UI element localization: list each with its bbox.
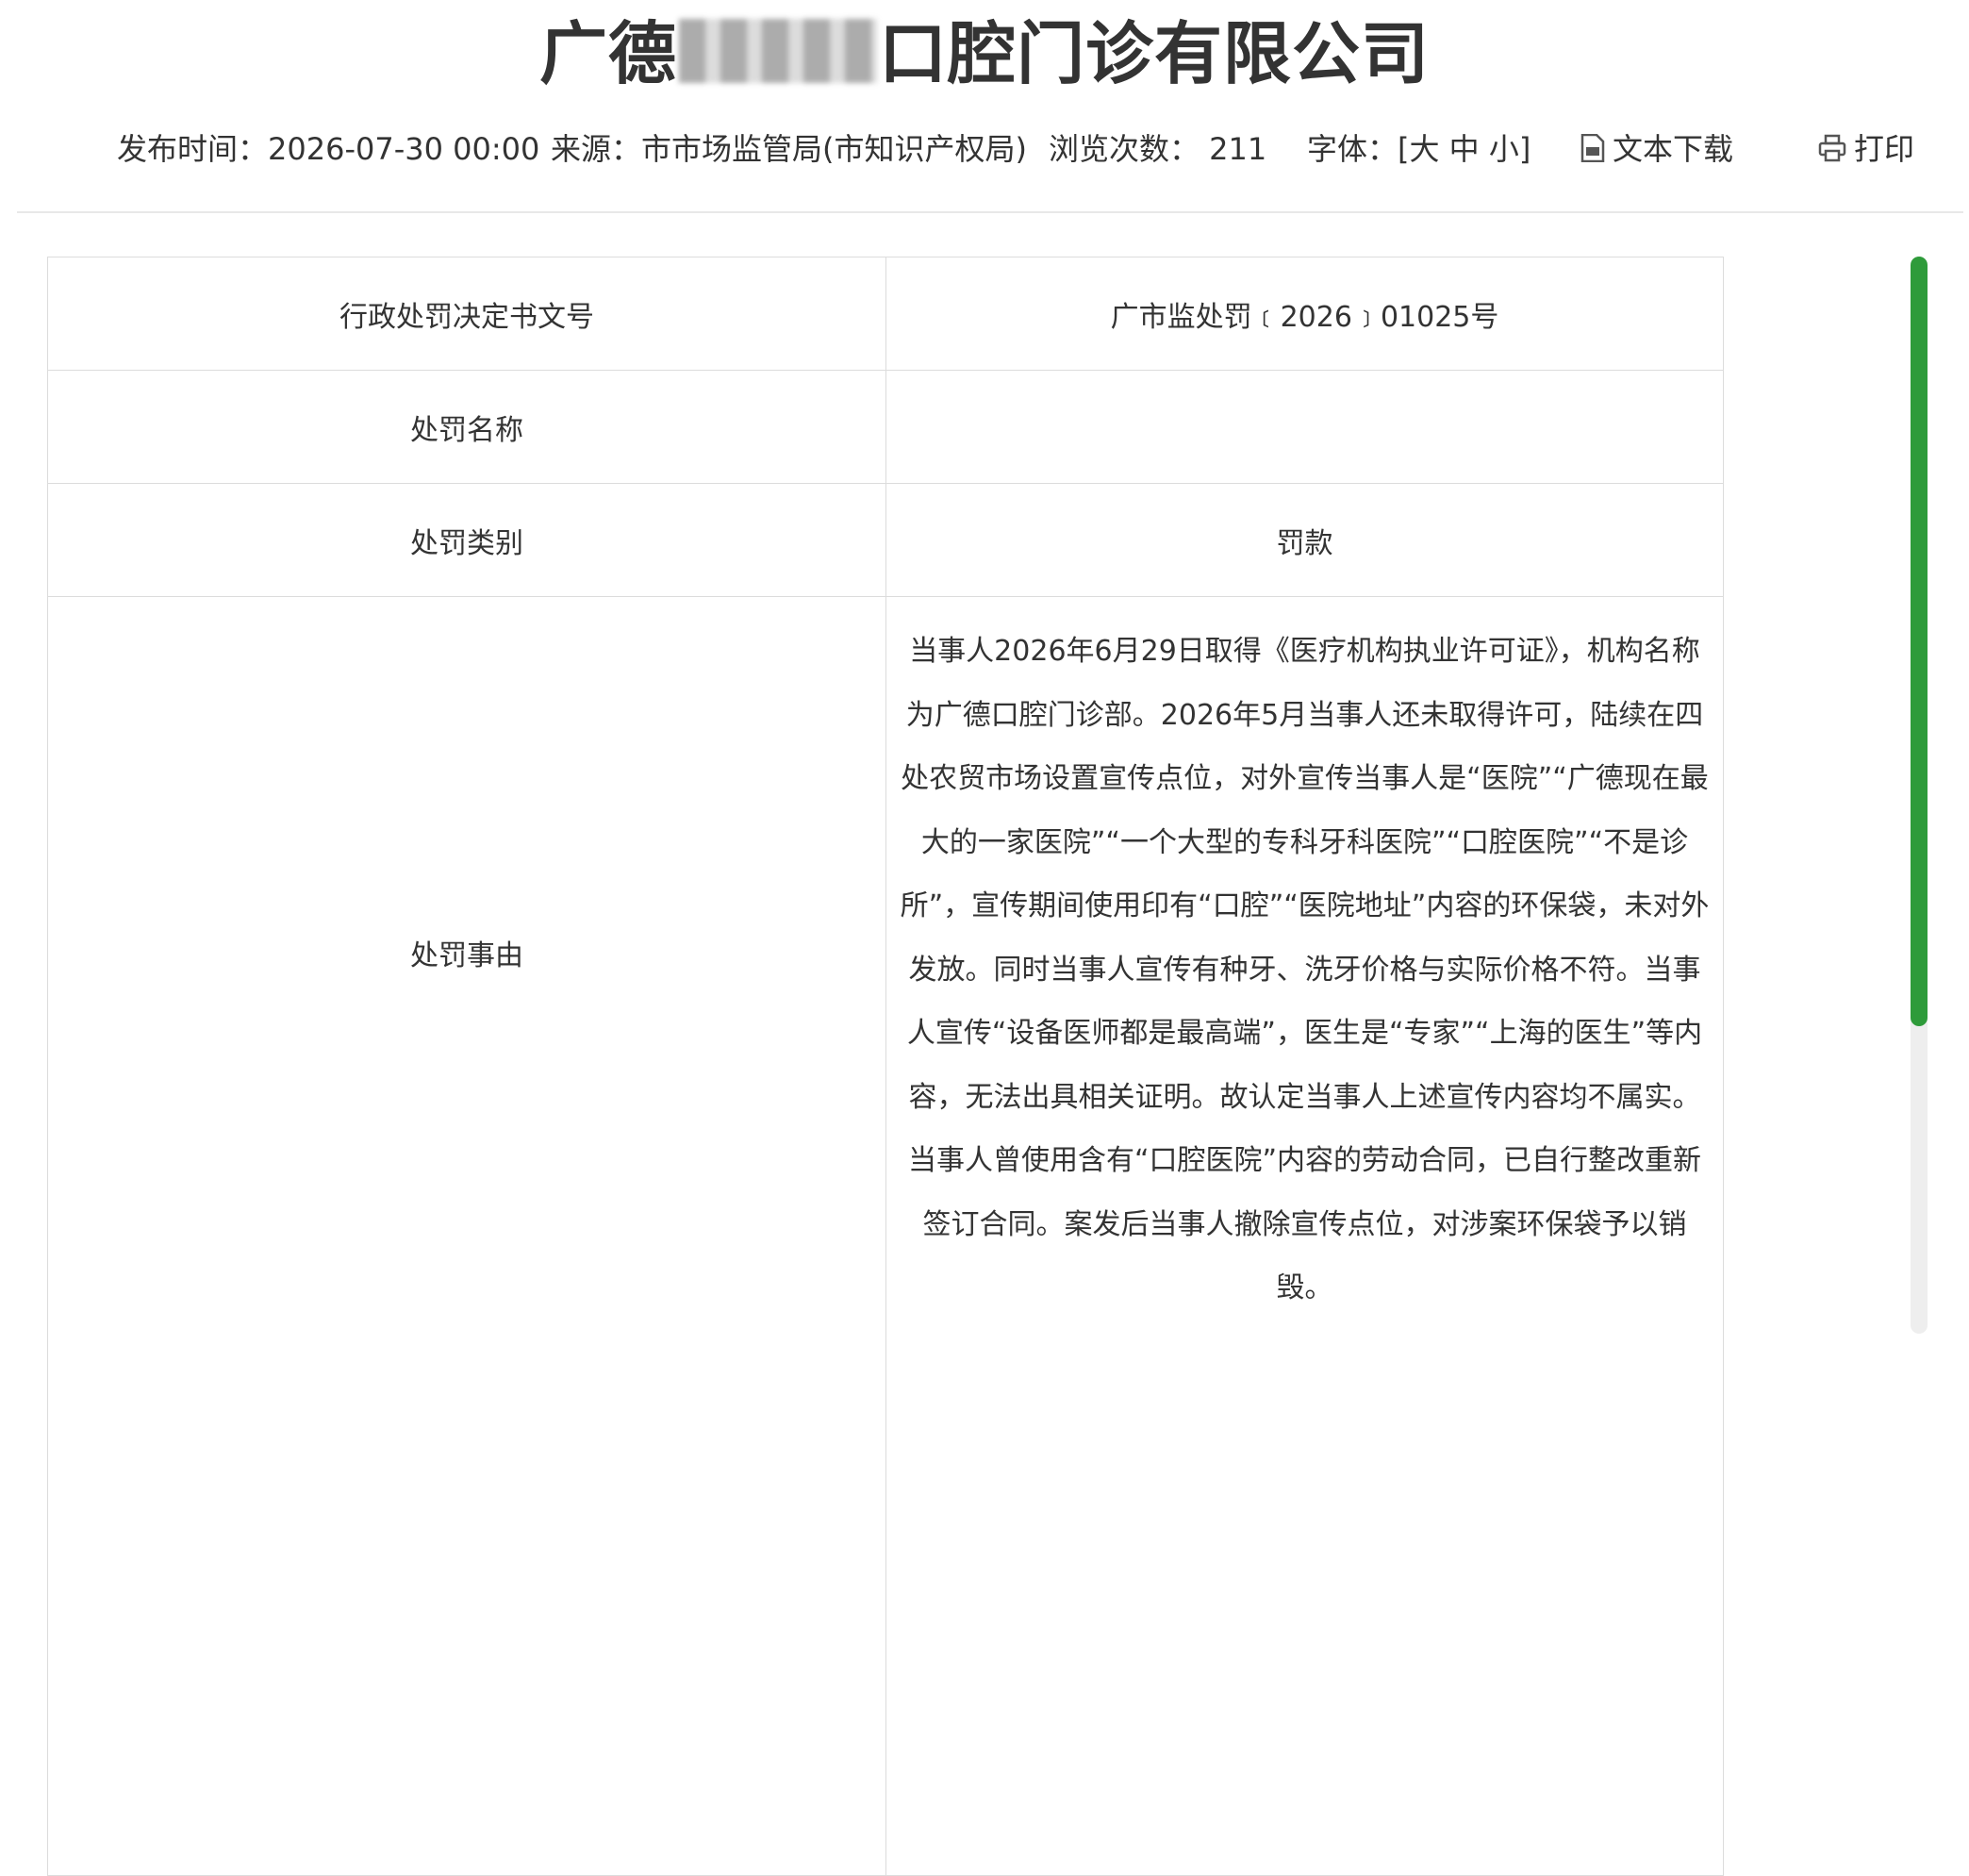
row-key: 行政处罚决定书文号	[47, 257, 886, 371]
table-row: 处罚名称	[47, 370, 1724, 484]
source: 来源：市市场监管局(市知识产权局)	[551, 131, 1027, 167]
row-value: 罚款	[885, 483, 1724, 597]
row-value	[885, 370, 1724, 484]
redacted-name	[679, 19, 877, 83]
row-key: 处罚事由	[47, 596, 886, 1876]
document-icon	[1580, 134, 1605, 162]
row-value: 当事人2026年6月29日取得《医疗机构执业许可证》，机构名称为广德口腔门诊部。…	[885, 596, 1724, 1876]
title-suffix: 口腔门诊有限公司	[879, 14, 1431, 93]
font-size-selector[interactable]: 字体：[大 中 小]	[1307, 123, 1531, 175]
row-value: 广市监处罚﹝2026﹞01025号	[885, 257, 1724, 371]
table-row: 处罚类别 罚款	[47, 483, 1724, 597]
text-download-label: 文本下载	[1613, 131, 1734, 167]
publish-time: 发布时间：2026-07-30 00:00	[117, 131, 540, 167]
text-download-button[interactable]: 文本下载	[1580, 123, 1733, 175]
print-label: 打印	[1854, 131, 1915, 167]
scrollbar-thumb[interactable]	[1911, 257, 1928, 1026]
row-key: 处罚名称	[47, 370, 886, 484]
table-row: 处罚事由 当事人2026年6月29日取得《医疗机构执业许可证》，机构名称为广德口…	[47, 596, 1724, 1876]
article-meta: 发布时间：2026-07-30 00:00 来源：市市场监管局(市知识产权局) …	[0, 123, 1969, 175]
penalty-info-table: 行政处罚决定书文号 广市监处罚﹝2026﹞01025号 处罚名称 处罚类别 罚款…	[47, 257, 1724, 1876]
table-row: 行政处罚决定书文号 广市监处罚﹝2026﹞01025号	[47, 257, 1724, 371]
page-title: 广德 口腔门诊有限公司	[0, 13, 1969, 94]
print-button[interactable]: 打印	[1818, 123, 1914, 175]
row-key: 处罚类别	[47, 483, 886, 597]
printer-icon	[1818, 134, 1846, 162]
title-prefix: 广德	[538, 14, 677, 93]
view-count: 浏览次数： 211	[1049, 131, 1267, 167]
header-divider	[17, 211, 1963, 213]
